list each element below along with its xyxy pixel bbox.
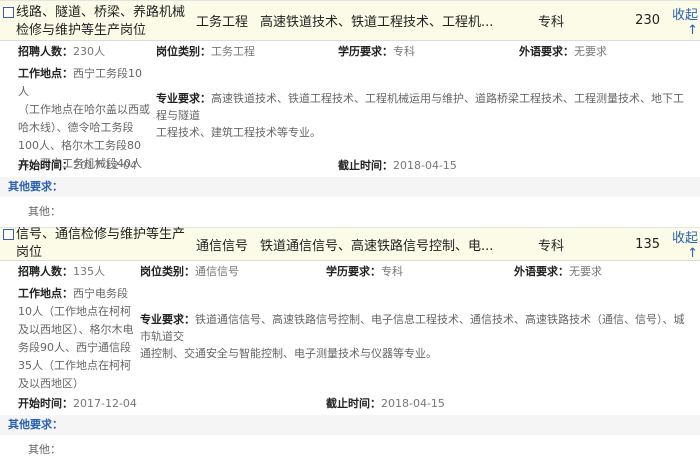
job-education: 专科	[538, 15, 565, 30]
job-count: 135	[635, 236, 660, 252]
job-card-2: 信号、通信检修与维护等生产 岗位 通信信号 铁道通信信号、高速铁路信号控制、电.…	[0, 227, 700, 465]
job-count: 230	[635, 13, 660, 28]
location-block: 工作地点：西宁电务段 10人（工作地点在柯柯 及以西地区）、格尔木电 务段90人…	[0, 283, 700, 393]
lang-req: 外语要求：无要求	[514, 265, 602, 278]
info-row: 招聘人数：135人 岗位类别：通信信号 学历要求：专科 外语要求：无要求	[0, 261, 700, 283]
post-type: 岗位类别：通信信号	[140, 265, 239, 278]
job-header[interactable]: 信号、通信检修与维护等生产 岗位 通信信号 铁道通信信号、高速铁路信号控制、电.…	[0, 227, 700, 261]
lang-req: 外语要求：无要求	[519, 45, 607, 58]
post-type: 岗位类别：工务工程	[156, 45, 255, 58]
other-req-body: 其他：	[28, 205, 61, 218]
job-major-summary: 铁道通信信号、高速铁路信号控制、电...	[260, 238, 494, 254]
major-req: 专业要求：高速铁道技术、铁道工程技术、工程机械运用与维护、道路桥梁工程技术、工程…	[156, 92, 684, 139]
recruit-num: 招聘人数：230人	[18, 45, 105, 58]
job-title-line2: 岗位	[16, 245, 43, 260]
job-category: 工务工程	[196, 15, 249, 30]
job-checkbox[interactable]	[3, 229, 14, 240]
date-row: 开始时间：2017-12-04 截止时间：2018-04-15	[0, 155, 700, 177]
other-req-body: 其他：	[28, 443, 61, 456]
edu-req: 学历要求：专科	[338, 45, 415, 58]
job-header[interactable]: 线路、隧道、桥梁、养路机械 检修与维护等生产岗位 工务工程 高速铁道技术、铁道工…	[0, 0, 700, 41]
other-req-heading: 其他要求：	[0, 415, 700, 435]
recruit-num: 招聘人数：135人	[18, 265, 105, 278]
job-major-summary: 高速铁道技术、铁道工程技术、工程机...	[260, 15, 494, 30]
start-time: 开始时间：2017-12-04	[18, 397, 137, 410]
location-block: 工作地点：西宁工务段10人 （工作地点在哈尔盖以西或 哈木线）、德令哈工务段 1…	[0, 63, 700, 170]
major-req: 专业要求：铁道通信信号、高速铁路信号控制、电子信息工程技术、通信技术、高速铁路技…	[140, 313, 685, 360]
date-row: 开始时间：2017-12-04 截止时间：2018-04-15	[0, 393, 700, 415]
job-title: 线路、隧道、桥梁、养路机械 检修与维护等生产岗位	[0, 2, 186, 40]
job-category: 通信信号	[196, 238, 249, 254]
info-row: 招聘人数：230人 岗位类别：工务工程 学历要求：专科 外语要求：无要求	[0, 41, 700, 63]
end-time: 截止时间：2018-04-15	[338, 159, 457, 172]
collapse-link[interactable]: 收起↑	[664, 4, 700, 38]
job-checkbox[interactable]	[3, 6, 14, 18]
end-time: 截止时间：2018-04-15	[326, 397, 445, 410]
job-title-line1: 信号、通信检修与维护等生产	[16, 227, 186, 242]
job-title: 信号、通信检修与维护等生产 岗位	[0, 226, 186, 262]
job-education: 专科	[538, 238, 565, 254]
job-card-1: 线路、隧道、桥梁、养路机械 检修与维护等生产岗位 工务工程 高速铁道技术、铁道工…	[0, 0, 700, 227]
work-place: 工作地点：西宁电务段 10人（工作地点在柯柯 及以西地区）、格尔木电 务段90人…	[18, 287, 134, 390]
start-time: 开始时间：2017-12-04	[18, 159, 137, 172]
other-req-heading: 其他要求：	[0, 177, 700, 197]
job-title-line2: 检修与维护等生产岗位	[16, 22, 147, 38]
collapse-link[interactable]: 收起↑	[664, 227, 700, 261]
edu-req: 学历要求：专科	[326, 265, 403, 278]
job-title-line1: 线路、隧道、桥梁、养路机械	[16, 4, 186, 20]
